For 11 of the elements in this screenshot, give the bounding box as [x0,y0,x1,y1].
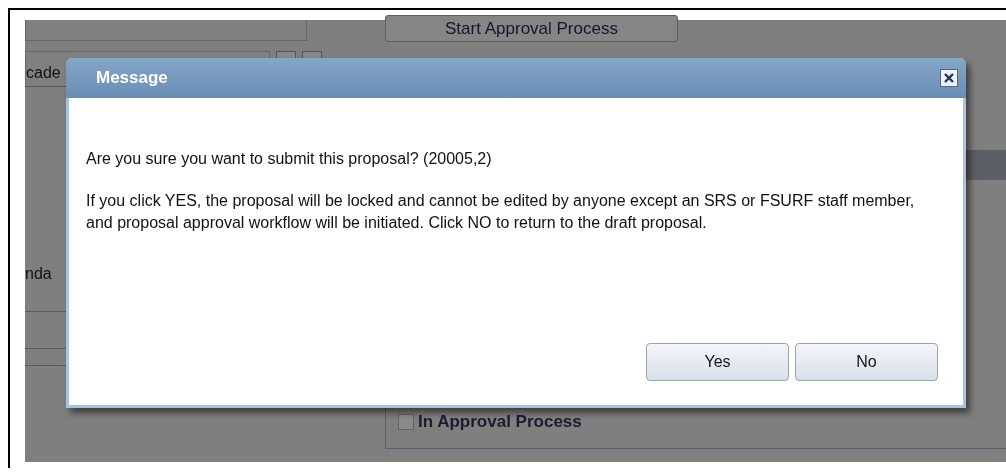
message-text: If you click YES, the proposal will be locked and cannot be edited by anyone except an SRS or FSURF staff member, and proposal approval workflow will be initiated. Click NO to return to the draft proposal. [86,191,916,233]
checkbox-label: In Approval Process [418,412,582,432]
dialog-title: Message [96,68,168,88]
dialog-button[interactable]: Yes [646,343,789,381]
field-label: nda [25,265,53,283]
text-field[interactable] [25,20,307,41]
checkbox[interactable] [398,414,414,430]
dialog-button[interactable]: No [795,343,938,381]
start-approval-button[interactable]: Start Approval Process [385,15,678,42]
close-icon[interactable] [940,69,958,87]
message-text: Are you sure you want to submit this proposal? (20005,2) [86,149,493,169]
